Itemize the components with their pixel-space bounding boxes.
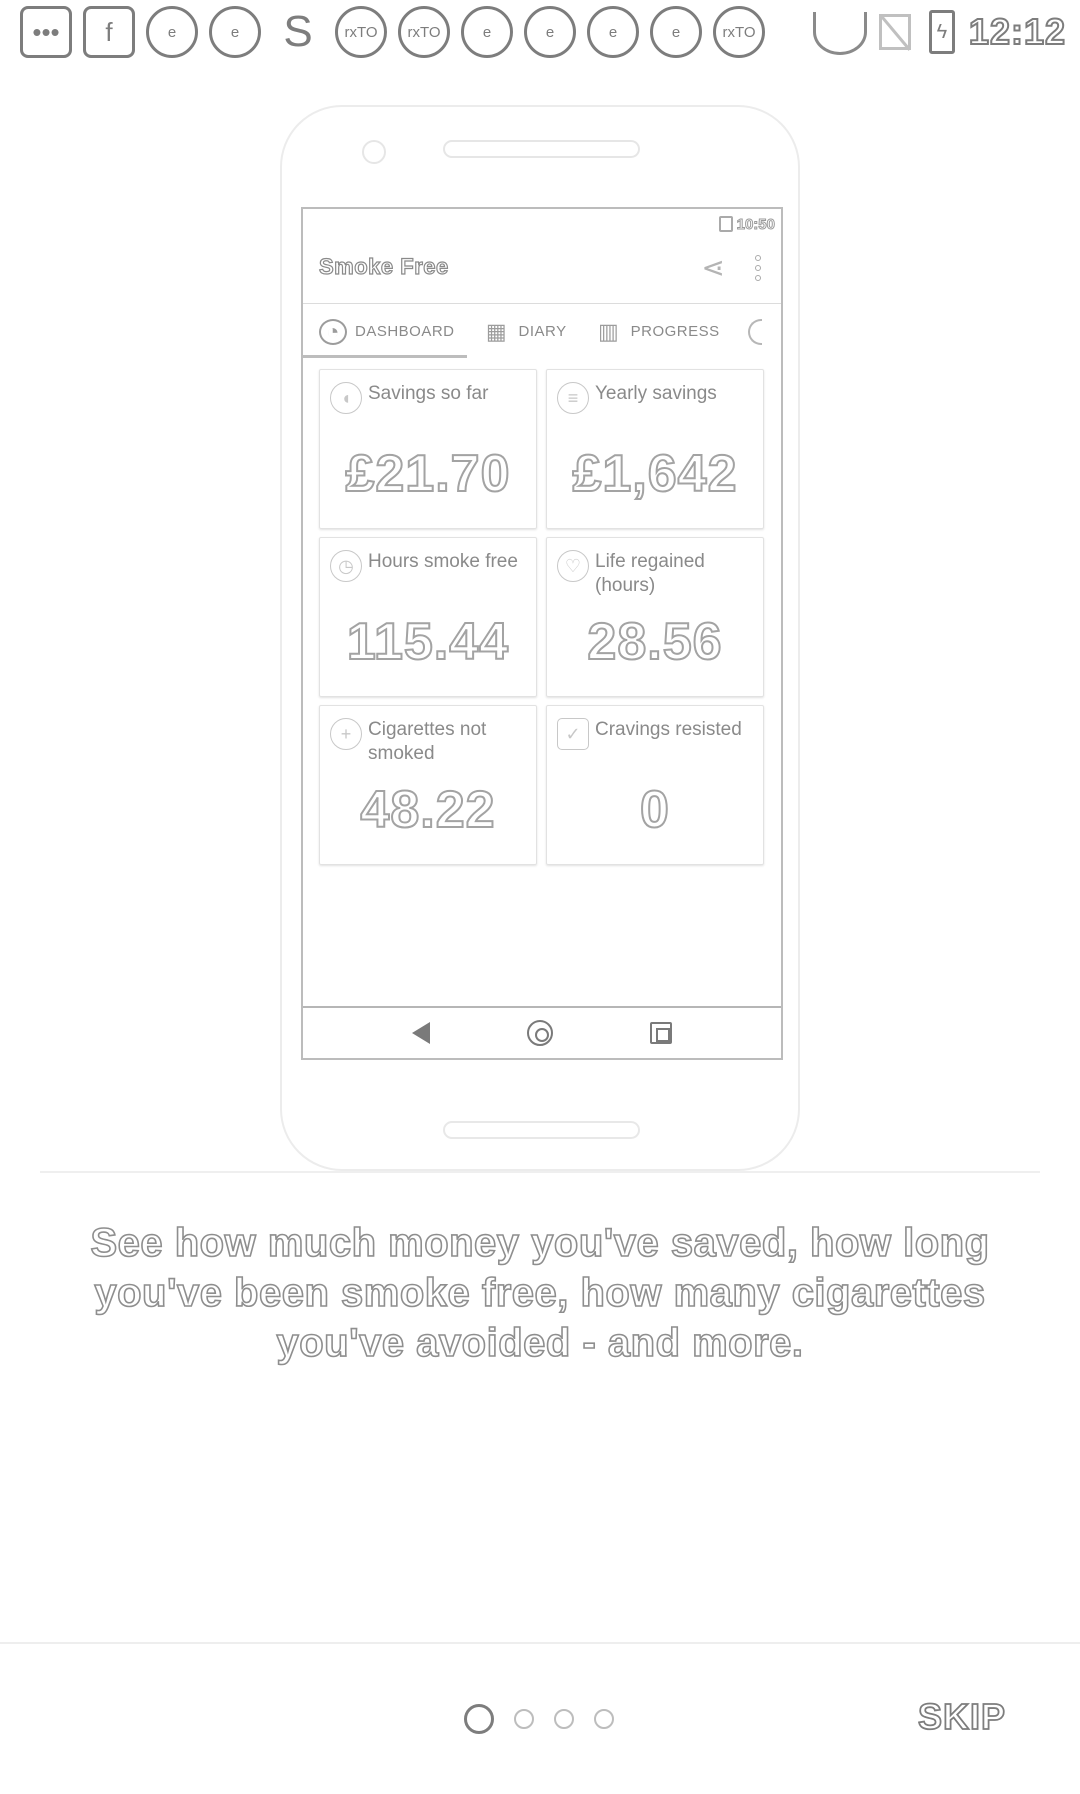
rxto-icon: rxTO bbox=[398, 6, 450, 58]
plus-circle-icon: + bbox=[330, 718, 362, 750]
bottom-divider bbox=[0, 1642, 1080, 1644]
bar-chart-icon: ▥ bbox=[597, 318, 620, 344]
app-e-icon: e bbox=[587, 6, 639, 58]
clock-time: 12:12 bbox=[968, 10, 1066, 53]
app-e-icon: e bbox=[209, 6, 261, 58]
app-e-icon: e bbox=[461, 6, 513, 58]
phone-mockup: 10:50 Smoke Free ⋖ ◔ DASHBOARD ▦ DIARY ▥… bbox=[280, 105, 800, 1171]
checkbox-icon: ✓ bbox=[557, 718, 589, 750]
mockup-tab-progress: ▥ PROGRESS bbox=[579, 304, 732, 360]
app-e-icon: e bbox=[524, 6, 576, 58]
stat-card-cravings-resisted: ✓ Cravings resisted 0 bbox=[546, 705, 764, 865]
mockup-tab-label: DIARY bbox=[518, 323, 567, 340]
gauge-icon: ◔ bbox=[319, 318, 347, 345]
nav-back-icon bbox=[411, 1022, 430, 1044]
facebook-icon: f bbox=[83, 6, 135, 58]
page-dot-active bbox=[464, 1704, 494, 1734]
more-dots-icon: ••• bbox=[20, 6, 72, 58]
rxto-icon: rxTO bbox=[335, 6, 387, 58]
stat-card-yearly-savings: ≡ Yearly savings £1,642 bbox=[546, 369, 764, 529]
phone-bottom-bar bbox=[443, 1121, 640, 1139]
stat-card-value: 0 bbox=[639, 780, 670, 840]
page-dot bbox=[594, 1709, 614, 1729]
mockup-tab-label: PROGRESS bbox=[630, 323, 720, 340]
mockup-nav-bar bbox=[303, 1006, 781, 1058]
stat-card-value: 115.44 bbox=[346, 612, 510, 672]
notification-icons: ••• f e e S rxTO rxTO e e e e rxTO bbox=[20, 6, 776, 58]
mockup-stat-cards: ◖ Savings so far £21.70 ≡ Yearly savings… bbox=[319, 369, 771, 865]
mockup-tabs: ◔ DASHBOARD ▦ DIARY ▥ PROGRESS bbox=[303, 303, 781, 359]
mockup-tab-label: DASHBOARD bbox=[355, 323, 455, 340]
stat-card-label: Cigarettes not smoked bbox=[368, 719, 487, 764]
stat-card-value: £1,642 bbox=[571, 444, 738, 504]
stat-card-hours-smoke-free: ◷ Hours smoke free 115.44 bbox=[319, 537, 537, 697]
phone-camera bbox=[362, 140, 386, 164]
wifi-icon bbox=[813, 14, 861, 50]
mockup-app-bar: Smoke Free ⋖ bbox=[303, 239, 781, 295]
status-bar: ••• f e e S rxTO rxTO e e e e rxTO ϟ 12:… bbox=[0, 0, 1080, 64]
stat-card-value: 28.56 bbox=[586, 612, 723, 672]
no-sim-icon bbox=[878, 14, 911, 50]
mockup-status-bar: 10:50 bbox=[718, 213, 776, 235]
page-dot bbox=[554, 1709, 574, 1729]
mockup-tab-diary: ▦ DIARY bbox=[467, 304, 579, 360]
skip-button[interactable]: SKIP bbox=[917, 1695, 1006, 1738]
coins-icon: ≡ bbox=[557, 382, 589, 414]
rxto-icon: rxTO bbox=[713, 6, 765, 58]
clock-icon: ◷ bbox=[330, 550, 362, 582]
stat-card-life-regained: ♡ Life regained (hours) 28.56 bbox=[546, 537, 764, 697]
mockup-battery-icon bbox=[718, 216, 733, 232]
phone-speaker bbox=[443, 140, 640, 158]
stat-card-label: Yearly savings bbox=[595, 383, 717, 404]
heart-pulse-icon: ♡ bbox=[557, 550, 589, 582]
system-icons: ϟ 12:12 bbox=[813, 0, 1066, 64]
mockup-status-time: 10:50 bbox=[736, 215, 775, 233]
page-indicator bbox=[464, 1703, 614, 1735]
piggy-bank-icon: ◖ bbox=[330, 382, 362, 414]
mockup-app-title: Smoke Free bbox=[318, 253, 449, 279]
calendar-icon: ▦ bbox=[485, 318, 508, 344]
stat-card-label: Hours smoke free bbox=[368, 551, 518, 572]
overflow-menu-icon bbox=[755, 255, 761, 281]
mockup-screen: 10:50 Smoke Free ⋖ ◔ DASHBOARD ▦ DIARY ▥… bbox=[301, 207, 783, 1060]
mockup-app-actions: ⋖ bbox=[701, 252, 761, 283]
onboarding-description: See how much money you've saved, how lon… bbox=[90, 1220, 990, 1366]
stat-card-label: Cravings resisted bbox=[595, 719, 742, 740]
nav-recents-icon bbox=[650, 1022, 673, 1044]
app-e-icon: e bbox=[146, 6, 198, 58]
mockup-tab-dashboard: ◔ DASHBOARD bbox=[303, 304, 467, 360]
stat-card-value: 48.22 bbox=[359, 780, 496, 840]
stat-card-cigarettes-not-smoked: + Cigarettes not smoked 48.22 bbox=[319, 705, 537, 865]
share-icon: ⋖ bbox=[701, 252, 725, 283]
app-e-icon: e bbox=[650, 6, 702, 58]
app-s-icon: S bbox=[283, 7, 313, 56]
stat-card-label: Life regained (hours) bbox=[595, 551, 705, 596]
stat-card-label: Savings so far bbox=[368, 383, 489, 404]
illustration-divider bbox=[40, 1171, 1040, 1173]
stat-card-value: £21.70 bbox=[344, 444, 511, 504]
battery-charging-icon: ϟ bbox=[928, 10, 955, 54]
stat-card-savings: ◖ Savings so far £21.70 bbox=[319, 369, 537, 529]
mockup-tab-overflow bbox=[747, 318, 762, 345]
page-dot bbox=[514, 1709, 534, 1729]
nav-home-icon bbox=[526, 1020, 553, 1046]
